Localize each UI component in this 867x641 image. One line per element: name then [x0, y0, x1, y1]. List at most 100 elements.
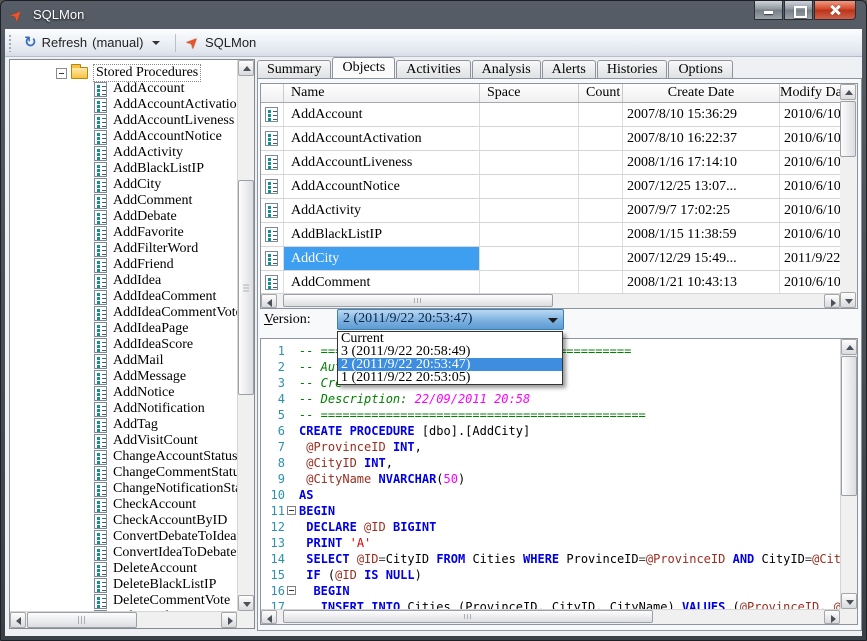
- tab-summary[interactable]: Summary: [257, 60, 331, 78]
- scroll-up-icon[interactable]: [840, 84, 856, 100]
- tab-objects[interactable]: Objects: [332, 57, 395, 78]
- table-row[interactable]: AddAccountLiveness2008/1/16 17:14:102010…: [261, 151, 840, 175]
- tree-item[interactable]: AddIdeaComment: [10, 289, 237, 305]
- scroll-right-icon[interactable]: [824, 610, 840, 624]
- tree-item[interactable]: AddDebate: [10, 209, 237, 225]
- scroll-left-icon[interactable]: [261, 610, 277, 624]
- editor-hscroll-thumb[interactable]: [283, 610, 653, 623]
- tree-item[interactable]: AddMail: [10, 353, 237, 369]
- tree-view[interactable]: Stored Procedures AddAccountAddAccountAc…: [10, 60, 237, 611]
- tree-item[interactable]: AddIdeaScore: [10, 337, 237, 353]
- scroll-right-icon[interactable]: [221, 612, 237, 628]
- column-header[interactable]: Space: [480, 84, 579, 102]
- scroll-down-icon[interactable]: [238, 595, 254, 611]
- table-row[interactable]: AddAccountActivation2007/8/10 16:22:3720…: [261, 127, 840, 151]
- chevron-down-icon[interactable]: [545, 310, 561, 329]
- collapse-expander-icon[interactable]: [56, 68, 67, 79]
- tree-item[interactable]: AddFriend: [10, 257, 237, 273]
- tree-item[interactable]: ConvertIdeaToDebate: [10, 545, 237, 561]
- scroll-right-icon[interactable]: [824, 294, 840, 308]
- scroll-up-icon[interactable]: [238, 60, 254, 76]
- tree-item[interactable]: AddIdeaPage: [10, 321, 237, 337]
- tree-item[interactable]: AddIdeaCommentVote: [10, 305, 237, 321]
- cell-space: [480, 271, 579, 293]
- sqlmon-button[interactable]: ➤ SQLMon: [181, 32, 262, 54]
- tab-options[interactable]: Options: [668, 60, 732, 78]
- tree-item[interactable]: CheckAccountByID: [10, 513, 237, 529]
- tree-item[interactable]: ConvertDebateToIdea: [10, 529, 237, 545]
- dropdown-option[interactable]: 3 (2011/9/22 20:58:49): [338, 345, 562, 358]
- column-header[interactable]: Create Date: [623, 84, 780, 102]
- tree-item[interactable]: AddComment: [10, 193, 237, 209]
- table-row[interactable]: AddAccount2007/8/10 15:36:292010/6/10 1: [261, 103, 840, 127]
- collapse-expander-icon[interactable]: [287, 506, 296, 515]
- tree-item[interactable]: AddTag: [10, 417, 237, 433]
- grid-horizontal-scrollbar[interactable]: [261, 293, 840, 308]
- tree-item[interactable]: AddBlackListIP: [10, 161, 237, 177]
- refresh-dropdown-icon[interactable]: [152, 41, 160, 45]
- tree-item[interactable]: AddNotice: [10, 385, 237, 401]
- tree-item-label: AddComment: [113, 193, 192, 209]
- tree-item[interactable]: AddAccount: [10, 81, 237, 97]
- dropdown-option[interactable]: Current: [338, 332, 562, 345]
- title-bar: ➤ SQLMon: [1, 1, 866, 29]
- table-row[interactable]: AddCity2007/12/29 15:49...2011/9/22 2: [261, 247, 840, 271]
- minimize-button[interactable]: [754, 1, 783, 20]
- tab-alerts[interactable]: Alerts: [542, 60, 596, 78]
- dropdown-option[interactable]: 2 (2011/9/22 20:53:47): [338, 358, 562, 371]
- tree-item[interactable]: AddCity: [10, 177, 237, 193]
- tree-item[interactable]: DeleteBlackListIP: [10, 577, 237, 593]
- tree-item[interactable]: AddFavorite: [10, 225, 237, 241]
- scroll-left-icon[interactable]: [10, 612, 26, 628]
- tree-item[interactable]: AddVisitCount: [10, 433, 237, 449]
- tab-activities[interactable]: Activities: [396, 60, 470, 78]
- refresh-button[interactable]: ↻ Refresh (manual): [18, 32, 170, 53]
- stored-procedure-icon: [265, 107, 278, 122]
- tree-item[interactable]: ChangeAccountStatus: [10, 449, 237, 465]
- grid-hscroll-thumb[interactable]: [283, 294, 553, 307]
- tree-item[interactable]: DeleteCommentVote: [10, 593, 237, 609]
- tree-item[interactable]: ChangeNotificationStatus: [10, 481, 237, 497]
- tree-horizontal-scrollbar[interactable]: [10, 611, 237, 628]
- column-header[interactable]: Name: [284, 84, 480, 102]
- column-header[interactable]: Count: [579, 84, 623, 102]
- tree-item[interactable]: AddAccountNotice: [10, 129, 237, 145]
- grid-vertical-scrollbar[interactable]: [840, 84, 857, 308]
- tree-item[interactable]: AddMessage: [10, 369, 237, 385]
- tab-analysis[interactable]: Analysis: [472, 60, 541, 78]
- column-header[interactable]: Modify Date: [780, 84, 842, 102]
- toolbar-grip[interactable]: [8, 34, 13, 52]
- version-combobox[interactable]: 2 (2011/9/22 20:53:47): [337, 309, 564, 330]
- editor-vertical-scrollbar[interactable]: [840, 339, 857, 609]
- tree-vertical-scrollbar[interactable]: [237, 60, 254, 611]
- table-row[interactable]: AddBlackListIP2008/1/15 11:38:592010/6/1…: [261, 223, 840, 247]
- tree-item[interactable]: AddAccountLiveness: [10, 113, 237, 129]
- tree-hscroll-thumb[interactable]: [27, 612, 137, 628]
- editor-horizontal-scrollbar[interactable]: [261, 609, 840, 624]
- grid-vscroll-thumb[interactable]: [840, 101, 856, 157]
- editor-vscroll-thumb[interactable]: [841, 356, 857, 496]
- scroll-up-icon[interactable]: [841, 339, 857, 355]
- tree-item[interactable]: ChangeCommentStatus: [10, 465, 237, 481]
- scroll-down-icon[interactable]: [840, 292, 856, 308]
- table-row[interactable]: AddActivity2007/9/7 17:02:252010/6/10 1: [261, 199, 840, 223]
- tree-vscroll-thumb[interactable]: [238, 180, 254, 395]
- tree-item[interactable]: DeleteAccount: [10, 561, 237, 577]
- tab-histories[interactable]: Histories: [597, 60, 668, 78]
- column-header[interactable]: [261, 84, 284, 102]
- dropdown-option[interactable]: 1 (2011/9/22 20:53:05): [338, 371, 562, 384]
- close-button[interactable]: [814, 1, 856, 20]
- scroll-left-icon[interactable]: [261, 294, 277, 308]
- scroll-down-icon[interactable]: [841, 593, 857, 609]
- table-row[interactable]: AddComment2008/1/21 10:43:132010/6/10 1: [261, 271, 840, 293]
- tree-item[interactable]: AddIdea: [10, 273, 237, 289]
- table-row[interactable]: AddAccountNotice2007/12/25 13:07...2010/…: [261, 175, 840, 199]
- maximize-button[interactable]: [784, 1, 813, 20]
- tree-item[interactable]: CheckAccount: [10, 497, 237, 513]
- tree-item[interactable]: AddAccountActivation: [10, 97, 237, 113]
- collapse-expander-icon[interactable]: [287, 586, 296, 595]
- tree-item[interactable]: AddActivity: [10, 145, 237, 161]
- tree-item[interactable]: AddFilterWord: [10, 241, 237, 257]
- tree-root[interactable]: Stored Procedures: [10, 65, 237, 81]
- tree-item[interactable]: AddNotification: [10, 401, 237, 417]
